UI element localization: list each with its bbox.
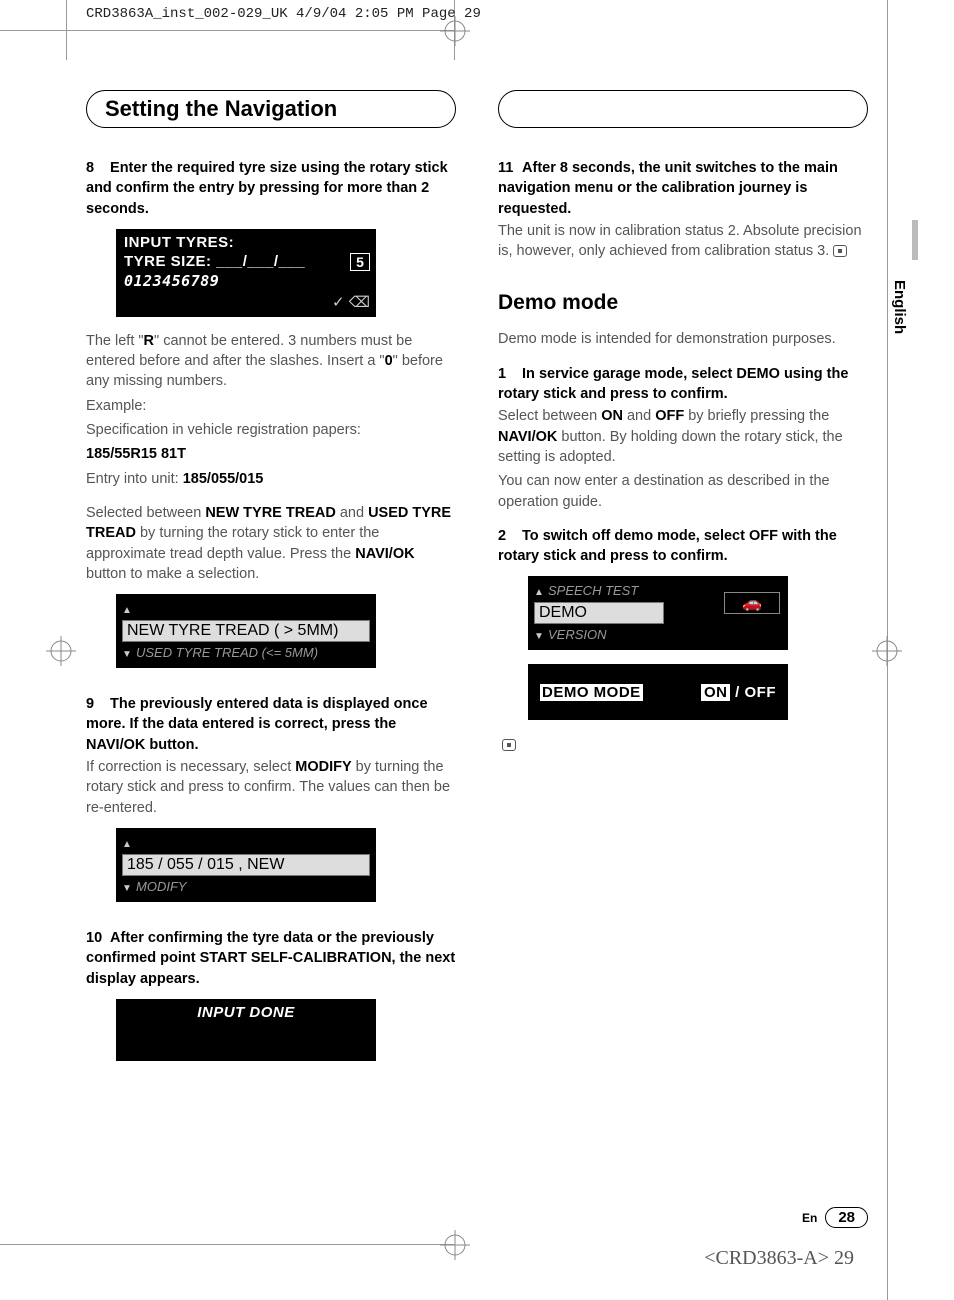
- step-9: 9 The previously entered data is display…: [86, 694, 456, 755]
- stop-icon: [502, 739, 516, 751]
- end-icon: [502, 734, 868, 754]
- demo-mode-heading: Demo mode: [498, 291, 868, 315]
- page-indicator-box: 5: [350, 253, 370, 271]
- section-header-right: [498, 90, 868, 128]
- modify-note: If correction is necessary, select MODIF…: [86, 757, 456, 818]
- print-slug: CRD3863A_inst_002-029_UK 4/9/04 2:05 PM …: [86, 6, 481, 22]
- lcd-demo-mode: DEMO MODE ON / OFF: [528, 664, 788, 720]
- right-column: 11 After 8 seconds, the unit switches to…: [498, 90, 868, 1075]
- step-8: 8 Enter the required tyre size using the…: [86, 158, 456, 219]
- demo-on-off-note: Select between ON and OFF by briefly pre…: [498, 406, 868, 467]
- left-column: Setting the Navigation 8 Enter the requi…: [86, 90, 456, 1075]
- demo-step-1: 1 In service garage mode, select DEMO us…: [498, 364, 868, 405]
- tread-select-note: Selected between NEW TYRE TREAD and USED…: [86, 503, 456, 584]
- section-header-left: Setting the Navigation: [86, 90, 456, 128]
- demo-step-2: 2 To switch off demo mode, select OFF wi…: [498, 526, 868, 567]
- tyre-format-note: The left "R" cannot be entered. 3 number…: [86, 331, 456, 392]
- step-10: 10 After confirming the tyre data or the…: [86, 928, 456, 989]
- lcd-confirm: ▲ 185 / 055 / 015 , NEW ▼MODIFY: [116, 828, 376, 902]
- calibration-note: The unit is now in calibration status 2.…: [498, 221, 868, 262]
- language-tab: English: [891, 280, 908, 334]
- page-number: 28: [825, 1207, 868, 1228]
- car-wrench-icon: 🚗: [724, 592, 780, 614]
- document-id-footer: <CRD3863-A> 29: [704, 1247, 854, 1270]
- lcd-footer-icons: ✓ ⌫: [122, 291, 370, 311]
- lcd-input-done: INPUT DONE: [116, 999, 376, 1061]
- page-content: English Setting the Navigation 8 Enter t…: [86, 90, 868, 1220]
- section-title: Setting the Navigation: [105, 96, 337, 122]
- lcd-input-tyres: INPUT TYRES: TYRE SIZE: ___/___/___ 0123…: [116, 229, 376, 317]
- lcd-tyre-tread: ▲ NEW TYRE TREAD ( > 5MM) ▼USED TYRE TRE…: [116, 594, 376, 668]
- page-footer: En 28: [802, 1207, 868, 1228]
- lcd-demo-menu: ▲SPEECH TEST DEMO ▼VERSION 🚗: [528, 576, 788, 650]
- entry-into-unit: Entry into unit: 185/055/015: [86, 469, 456, 489]
- side-color-bar: [912, 220, 918, 260]
- step-11: 11 After 8 seconds, the unit switches to…: [498, 158, 868, 219]
- stop-icon: [833, 245, 847, 257]
